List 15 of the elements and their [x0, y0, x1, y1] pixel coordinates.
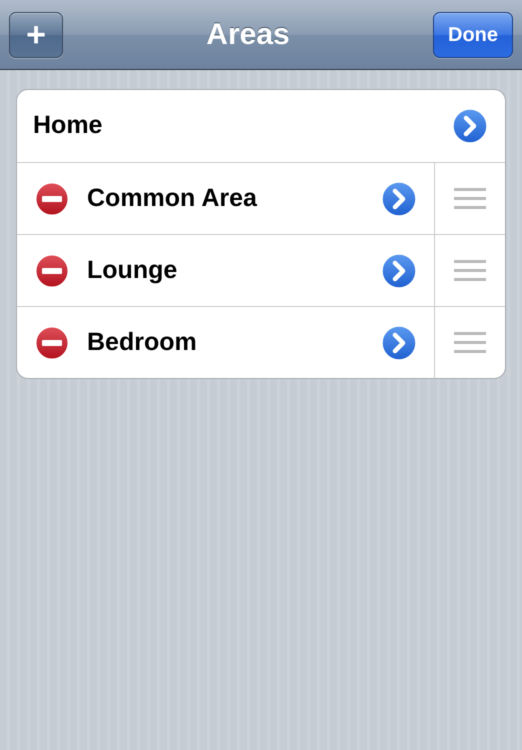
table-row[interactable]: Home: [17, 90, 505, 162]
row-label: Common Area: [87, 182, 258, 214]
disclosure-button[interactable]: [380, 252, 418, 290]
table-row[interactable]: Lounge: [17, 234, 505, 306]
done-button[interactable]: Done: [433, 12, 513, 58]
disclosure-button[interactable]: [380, 180, 418, 218]
add-button[interactable]: +: [9, 12, 63, 58]
table-row[interactable]: Bedroom: [17, 306, 505, 378]
row-label: Home: [33, 110, 104, 142]
nav-title: Areas: [206, 17, 290, 53]
row-label: Bedroom: [87, 326, 198, 358]
disclosure-button[interactable]: [380, 324, 418, 362]
disclosure-button[interactable]: [451, 107, 489, 145]
row-label: Lounge: [87, 254, 178, 286]
table-row[interactable]: Common Area: [17, 162, 505, 234]
